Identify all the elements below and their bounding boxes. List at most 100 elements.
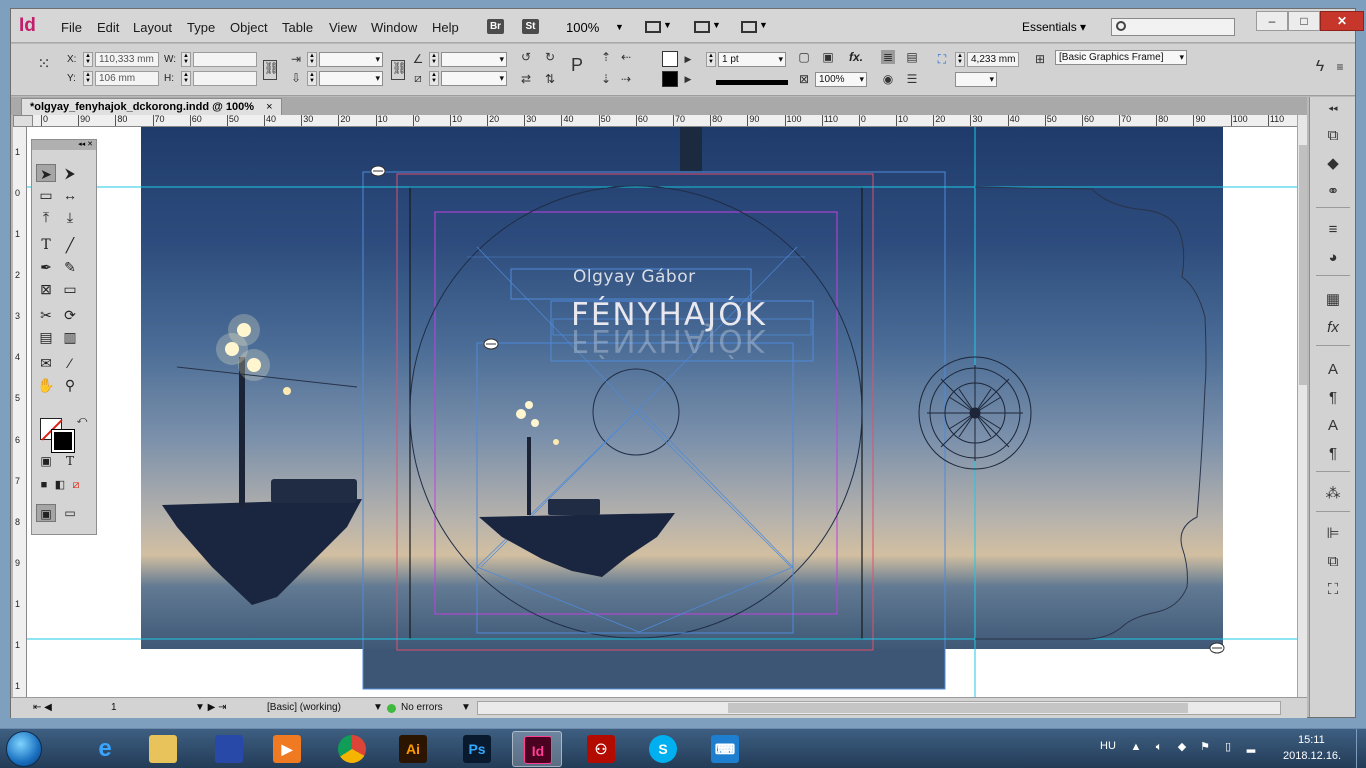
text-wrap-jump-icon[interactable]: ☰ [905,72,919,86]
preflight-dropdown-icon[interactable]: ▼ [461,702,471,713]
flip-horizontal-icon[interactable]: ⇄ [519,72,533,86]
text-wrap-box-icon[interactable]: ▤ [905,50,919,64]
taskbar-network-app[interactable]: ⌨ [700,731,750,767]
scissors-tool-icon[interactable]: ✂ [36,306,56,324]
close-tab-icon[interactable]: × [266,101,272,113]
w-stepper[interactable]: ▲ ▼ [181,52,191,67]
select-content-icon[interactable]: ⇣ [599,72,613,86]
taskbar-file-explorer[interactable] [138,731,188,767]
close-button[interactable]: ✕ [1320,11,1364,31]
screen-mode-button[interactable]: ▼ [692,18,721,36]
bridge-button[interactable]: Br [487,19,504,34]
h-stepper[interactable]: ▲ ▼ [181,71,191,86]
document-tab[interactable]: *olgyay_fenyhajok_dckorong.indd @ 100% × [21,98,282,115]
offset-field[interactable]: 4,233 mm [967,52,1019,67]
shadow-toggle-icon[interactable]: ▣ [821,50,835,64]
hand-tool-icon[interactable]: ✋ [36,376,56,394]
object-style-dropdown[interactable]: [Basic Graphics Frame] [1055,50,1187,65]
formatting-container-icon[interactable]: ▣ [36,452,56,470]
scale-y-stepper[interactable]: ▲ ▼ [307,71,317,86]
network-icon[interactable]: ▂ [1245,741,1257,753]
menu-object[interactable]: Object [230,20,268,35]
h-field[interactable] [193,71,257,86]
menu-help[interactable]: Help [432,20,459,35]
maximize-button[interactable]: □ [1288,11,1320,31]
volume-icon[interactable]: 🔈︎ [1153,741,1165,753]
preflight-status[interactable]: No errors [401,702,443,713]
rotate-stepper[interactable]: ▲ ▼ [429,52,439,67]
battery-icon[interactable]: ▯ [1222,741,1234,753]
drop-shadow-icon[interactable]: ▢ [797,50,811,64]
flag-icon[interactable]: ⚑ [1199,741,1211,753]
stroke-weight-stepper[interactable]: ▲ ▼ [706,52,716,67]
search-input[interactable] [1111,18,1235,36]
shear-dropdown[interactable] [441,71,507,86]
language-indicator[interactable]: HU [1100,740,1116,752]
menu-view[interactable]: View [329,20,357,35]
cd-author-text[interactable]: Olgyay Gábor [573,267,696,287]
y-field[interactable]: 106 mm [95,71,159,86]
vertical-scrollbar[interactable] [1297,115,1307,697]
horizontal-ruler[interactable]: 0 90 80 70 60 50 40 30 20 10 0 10 20 30 40 50 60 70 80 90 10… [33,115,1297,127]
stroke-panel-icon[interactable]: ≡ [1323,221,1343,239]
bleed-frame[interactable] [362,171,946,690]
stock-button[interactable]: St [522,19,539,34]
rotate-cw-icon[interactable]: ↻ [543,50,557,64]
rectangle-tool-icon[interactable]: ▭ [60,280,80,298]
constrain-scale-icon[interactable]: ⛓ [391,60,407,80]
scale-y-dropdown[interactable] [319,71,383,86]
opacity-dropdown[interactable]: 100% [815,72,867,87]
paragraph-styles-icon[interactable]: ¶ [1323,445,1343,463]
select-previous-icon[interactable]: ⇠ [619,50,633,64]
zoom-tool-icon[interactable]: ⚲ [60,376,80,394]
w-field[interactable] [193,52,257,67]
formatting-text-icon[interactable]: T [60,452,80,470]
reference-point-icon[interactable]: ⁙ [37,57,51,73]
rotate-dropdown[interactable] [441,52,507,67]
link-badge-icon[interactable] [1209,642,1225,654]
swap-colors-icon[interactable]: ⤺ [72,412,92,430]
taskbar-media-player[interactable]: ▶ [262,731,312,767]
tray-expand-icon[interactable]: ▲ [1130,741,1142,753]
flip-vertical-icon[interactable]: ⇅ [543,72,557,86]
swatches-panel-icon[interactable]: ◕ [1323,249,1343,267]
content-collector-icon[interactable]: ⤒ [36,208,56,226]
character-panel-icon[interactable]: A [1323,361,1343,379]
menu-edit[interactable]: Edit [97,20,119,35]
stroke-swatch[interactable] [662,71,678,87]
selection-tool-icon[interactable]: ➤ [36,164,56,182]
swatches-grid-icon[interactable]: ▦ [1323,291,1343,309]
pages-panel-icon[interactable]: ⧉ [1323,127,1343,145]
zoom-level[interactable]: 100% [566,20,599,35]
pathfinder-panel-icon[interactable]: ⧉ [1323,553,1343,571]
eyedropper-tool-icon[interactable]: ⁄ [60,354,80,372]
taskbar-acrobat[interactable]: ⚇ [576,731,626,767]
rectangle-frame-tool-icon[interactable]: ⊠ [36,280,56,298]
corner-shape-dropdown[interactable] [955,72,997,87]
taskbar-chrome[interactable] [327,731,377,767]
panel-menu-icon[interactable]: ≡ [1333,60,1347,74]
y-stepper[interactable]: ▲ ▼ [83,71,93,86]
horizontal-scroll-thumb[interactable] [728,703,1188,713]
layers-panel-icon[interactable]: ◆ [1323,155,1343,173]
frame-fitting-icon[interactable]: ⛶ [935,52,949,66]
gradient-swatch-tool-icon[interactable]: ▤ [36,328,56,346]
note-tool-icon[interactable]: ✉ [36,354,56,372]
effects-panel-icon[interactable]: fx [1323,319,1343,337]
constrain-proportions-icon[interactable]: ⛓ [263,60,279,80]
pasteboard[interactable]: Olgyay Gábor FÉNYHAJÓK FÉNYHAJÓK [27,127,1297,702]
text-wrap-none-icon[interactable]: ≣ [881,50,895,64]
profile-dropdown-icon[interactable]: ▼ [373,702,383,713]
lightning-icon[interactable]: ϟ [1313,59,1327,75]
taskbar-internet-explorer[interactable]: e [80,731,130,767]
page-number-field[interactable]: 1 [111,702,117,713]
menu-layout[interactable]: Layout [133,20,172,35]
pen-tool-icon[interactable]: ✒ [36,258,56,276]
page-tool-icon[interactable]: ▭ [36,186,56,204]
select-container-icon[interactable]: ⇡ [599,50,613,64]
menu-file[interactable]: File [61,20,82,35]
line-tool-icon[interactable]: ╱ [60,236,80,254]
page-navigation-icon[interactable]: ⇤ ◀ [33,702,52,713]
taskbar-save-app[interactable] [204,731,254,767]
vertical-scroll-thumb[interactable] [1299,145,1307,385]
